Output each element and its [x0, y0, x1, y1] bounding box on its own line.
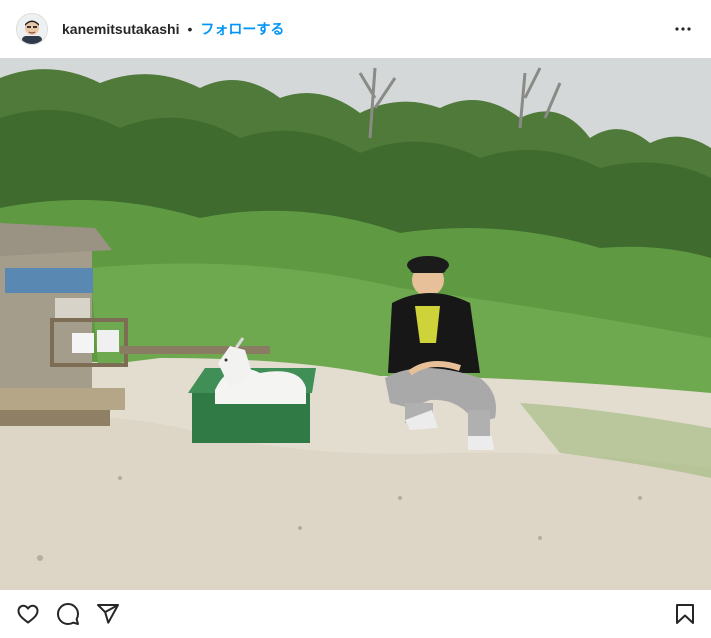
avatar-portrait: [17, 14, 47, 44]
paper-plane-icon[interactable]: [96, 602, 120, 626]
heart-icon[interactable]: [16, 602, 40, 626]
username-link[interactable]: kanemitsutakashi: [62, 21, 180, 37]
post-header: kanemitsutakashi • フォローする: [0, 0, 711, 58]
post-actions: [0, 590, 711, 638]
more-options-icon[interactable]: [671, 17, 695, 41]
follow-button[interactable]: フォローする: [200, 19, 284, 39]
separator-dot: •: [187, 21, 193, 37]
comment-bubble-icon[interactable]: [56, 602, 80, 626]
bookmark-icon[interactable]: [673, 602, 697, 626]
post-photo[interactable]: [0, 58, 711, 590]
photo-scene: [0, 58, 711, 590]
avatar[interactable]: [16, 13, 48, 45]
